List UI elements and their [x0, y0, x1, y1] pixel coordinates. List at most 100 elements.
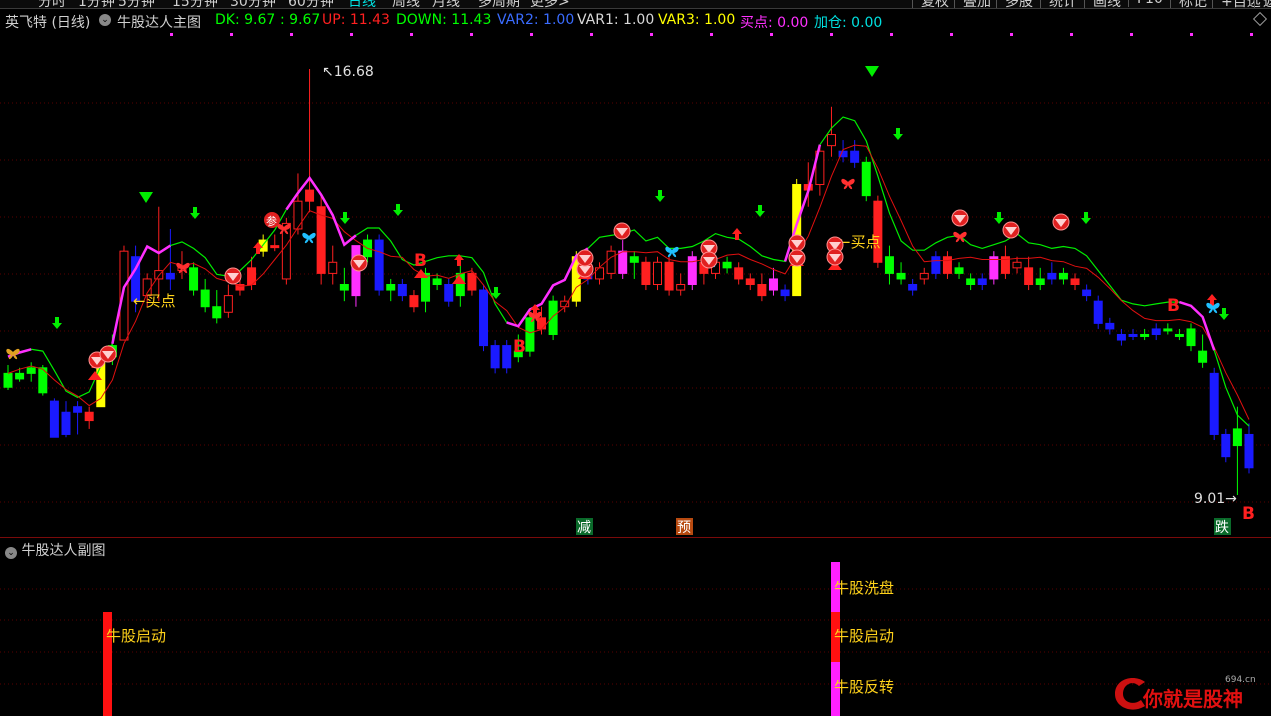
toolbar-button-3[interactable]: 统计 — [1040, 0, 1085, 8]
indicator-name[interactable]: 牛股达人主图 — [117, 12, 201, 32]
candle-body[interactable] — [1116, 333, 1126, 341]
candle-body[interactable] — [734, 267, 744, 280]
tab-6[interactable]: 日线 — [348, 0, 376, 8]
candle-body[interactable] — [1198, 350, 1208, 363]
candle-body[interactable] — [873, 200, 883, 263]
candle-body[interactable] — [908, 283, 918, 291]
candle-body[interactable] — [165, 272, 175, 280]
candle-body[interactable] — [780, 289, 790, 297]
candle-body[interactable] — [977, 278, 987, 285]
candle-body[interactable] — [1082, 289, 1092, 297]
candle-body[interactable] — [919, 272, 929, 280]
candle-body[interactable] — [595, 267, 605, 280]
candle-body[interactable] — [26, 367, 36, 374]
toolbar-button-4[interactable]: 画线 — [1084, 0, 1129, 8]
chevron-down-icon[interactable]: ⌄ — [99, 14, 111, 26]
candle-body[interactable] — [1221, 433, 1231, 458]
tab-8[interactable]: 月线 — [432, 0, 460, 8]
candle-body[interactable] — [652, 261, 662, 285]
candle-body[interactable] — [15, 372, 25, 380]
candle-body[interactable] — [490, 345, 500, 369]
toolbar-button-0[interactable]: 复权 — [912, 0, 957, 8]
tab-10[interactable]: 更多> — [530, 0, 570, 8]
candle-body[interactable] — [954, 267, 964, 274]
candle-body[interactable] — [502, 345, 512, 369]
candle-body[interactable] — [305, 189, 315, 202]
candle-body[interactable] — [884, 256, 894, 274]
candle-body[interactable] — [664, 261, 674, 291]
candle-body[interactable] — [409, 295, 419, 308]
candle-body[interactable] — [1140, 333, 1150, 337]
toolbar-button-8[interactable]: 返回 — [1254, 0, 1271, 8]
candle-body[interactable] — [548, 300, 558, 335]
candle-body[interactable] — [1047, 272, 1057, 280]
candle-body[interactable] — [270, 245, 280, 249]
candle-body[interactable] — [1093, 300, 1103, 324]
candle-body[interactable] — [1174, 333, 1184, 337]
candle-body[interactable] — [1128, 333, 1138, 337]
candle-body[interactable] — [84, 411, 94, 422]
tab-3[interactable]: 15分钟 — [172, 0, 218, 8]
toolbar-button-6[interactable]: 标记 — [1170, 0, 1215, 8]
candle-body[interactable] — [768, 278, 778, 291]
candle-body[interactable] — [1244, 433, 1254, 469]
toolbar-button-2[interactable]: 多股 — [996, 0, 1041, 8]
candle-body[interactable] — [850, 150, 860, 163]
candle-body[interactable] — [537, 317, 547, 330]
candle-body[interactable] — [629, 256, 639, 263]
candle-body[interactable] — [200, 289, 210, 308]
candle-body[interactable] — [1070, 278, 1080, 285]
candle-body[interactable] — [467, 272, 477, 291]
candle-body[interactable] — [1024, 267, 1034, 285]
tab-5[interactable]: 60分钟 — [288, 0, 334, 8]
tab-4[interactable]: 30分钟 — [230, 0, 276, 8]
candle-body[interactable] — [931, 256, 941, 274]
candle-body[interactable] — [1186, 328, 1196, 347]
candle-body[interactable] — [896, 272, 906, 280]
candle-body[interactable] — [722, 261, 732, 269]
candle-body[interactable] — [676, 283, 686, 291]
candle-body[interactable] — [73, 406, 83, 413]
candle-body[interactable] — [223, 295, 233, 313]
candle-body[interactable] — [61, 411, 71, 435]
candle-body[interactable] — [293, 200, 303, 230]
candle-body[interactable] — [49, 400, 59, 438]
tab-2[interactable]: 5分钟 — [118, 0, 155, 8]
candle-body[interactable] — [479, 289, 489, 347]
panel-divider[interactable] — [0, 537, 1271, 538]
candle-body[interactable] — [989, 256, 999, 280]
candle-body[interactable] — [386, 283, 396, 291]
candle-body[interactable] — [606, 250, 616, 274]
candle-body[interactable] — [397, 283, 407, 297]
candle-body[interactable] — [966, 278, 976, 285]
candle-body[interactable] — [444, 283, 454, 302]
candle-body[interactable] — [745, 278, 755, 285]
candle-body[interactable] — [942, 256, 952, 274]
tab-1[interactable]: 1分钟 — [78, 0, 115, 8]
toolbar-button-1[interactable]: 叠加 — [954, 0, 999, 8]
toolbar-button-5[interactable]: F10 — [1128, 0, 1171, 7]
candle-body[interactable] — [1035, 278, 1045, 285]
candle-body[interactable] — [374, 239, 384, 291]
candle-body[interactable] — [1232, 428, 1242, 447]
candle-body[interactable] — [525, 317, 535, 352]
candle-body[interactable] — [1163, 328, 1173, 332]
main-kline-chart[interactable]: ↖16.689.01→←买点←买点BBBBB减预跌参 — [0, 32, 1271, 536]
candle-body[interactable] — [189, 267, 199, 291]
candle-body[interactable] — [316, 206, 326, 274]
candle-body[interactable] — [1012, 261, 1022, 269]
candle-body[interactable] — [861, 161, 871, 197]
candle-body[interactable] — [3, 372, 13, 388]
candle-body[interactable] — [826, 134, 836, 147]
candle-body[interactable] — [757, 283, 767, 297]
candle-body[interactable] — [618, 250, 628, 274]
candle-body[interactable] — [1151, 328, 1161, 335]
candle-body[interactable] — [641, 261, 651, 285]
candle-body[interactable] — [339, 283, 349, 291]
candle-body[interactable] — [328, 261, 338, 274]
sub-indicator-chart[interactable]: 牛股启动 牛股洗盘牛股启动牛股反转 — [0, 558, 1271, 716]
candle-body[interactable] — [212, 306, 222, 319]
candle-body[interactable] — [1105, 322, 1115, 330]
tab-9[interactable]: 多周期 — [478, 0, 520, 8]
candle-body[interactable] — [1058, 272, 1068, 280]
